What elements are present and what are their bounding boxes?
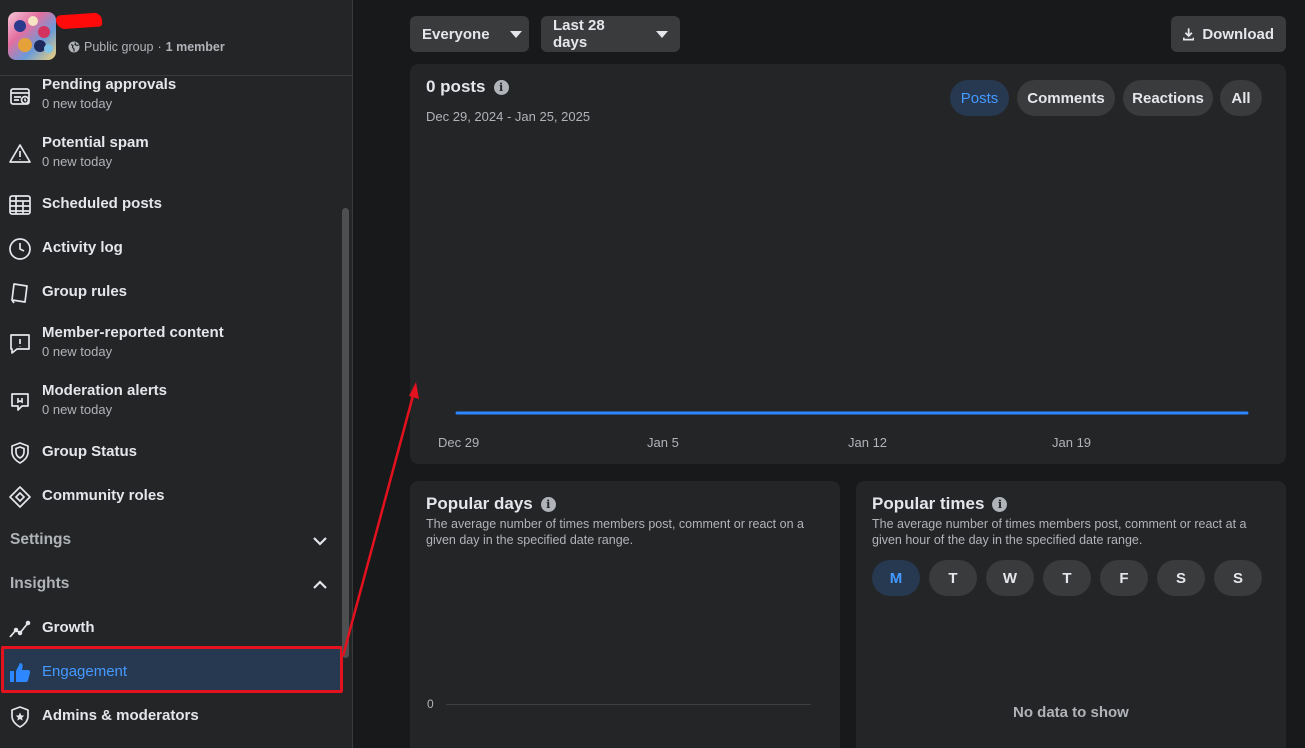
sidebar-item-label: Community roles: [42, 487, 165, 504]
info-icon[interactable]: i: [540, 496, 556, 512]
sidebar-item-label: Moderation alerts: [42, 382, 168, 399]
audience-dropdown-label: Everyone: [422, 25, 490, 43]
popular-times-description: The average number of times members post…: [872, 517, 1247, 547]
globe-icon: [68, 41, 80, 53]
calendar-grid-icon: [9, 195, 31, 215]
popular-days-description: The average number of times members post…: [426, 517, 804, 547]
redacted-group-name: [55, 12, 103, 30]
day-sunday[interactable]: S: [1214, 560, 1262, 596]
sidebar-item-sub: 0 new today: [42, 344, 113, 359]
growth-chart-icon: [9, 620, 31, 638]
sidebar-item-label: Group rules: [42, 283, 128, 300]
day-saturday[interactable]: S: [1157, 560, 1205, 596]
sidebar-item-community-roles[interactable]: Community roles: [0, 484, 340, 514]
day-friday[interactable]: F: [1100, 560, 1148, 596]
sidebar-item-engagement[interactable]: Engagement: [0, 660, 340, 690]
chevron-up-icon[interactable]: [311, 576, 329, 594]
sidebar-item-label: Growth: [42, 619, 95, 636]
x-axis-label: Jan 12: [848, 435, 888, 450]
x-axis-label: Dec 29: [438, 435, 480, 450]
x-axis-label: Jan 19: [1052, 435, 1092, 450]
baseline: [446, 704, 811, 705]
popular-days-card: Popular days i The average number of tim…: [410, 481, 840, 748]
caret-down-icon: [656, 30, 668, 38]
thumbs-up-icon: [10, 663, 31, 682]
shield-star-icon: [11, 706, 29, 728]
no-data-message: No data to show: [1013, 704, 1129, 721]
download-label: Download: [1202, 25, 1274, 43]
sidebar-item-group-status[interactable]: Group Status: [0, 440, 340, 470]
sidebar-item-sub: 0 new today: [42, 154, 113, 169]
sidebar-item-label: Member-reported content: [42, 324, 224, 341]
sidebar-item-label: Pending approvals: [42, 76, 177, 93]
sidebar-item-group-rules[interactable]: Group rules: [0, 280, 340, 310]
group-privacy: Public group: [84, 40, 154, 54]
sidebar-item-label: Activity log: [42, 239, 123, 256]
download-button[interactable]: Download: [1171, 16, 1286, 52]
popular-days-title: Popular days: [426, 494, 533, 513]
popular-times-header: Popular times i: [872, 494, 1008, 514]
day-wednesday[interactable]: W: [986, 560, 1034, 596]
popular-days-header: Popular days i: [426, 494, 556, 514]
x-axis-label: Jan 5: [647, 435, 679, 450]
download-icon: [1183, 28, 1195, 41]
popular-times-card: Popular times i The average number of ti…: [856, 481, 1286, 748]
day-monday[interactable]: M: [872, 560, 920, 596]
insights-section-label[interactable]: Insights: [10, 575, 69, 593]
day-tuesday[interactable]: T: [929, 560, 977, 596]
group-member-count[interactable]: 1 member: [166, 40, 225, 54]
group-avatar[interactable]: [8, 12, 56, 60]
date-range-dropdown-label: Last 28 days: [553, 17, 605, 51]
sidebar-item-label: Group Status: [42, 443, 138, 460]
sidebar-item-label: Scheduled posts: [42, 195, 163, 212]
posts-card: 0 posts i Dec 29, 2024 - Jan 25, 2025 Po…: [410, 64, 1286, 464]
sidebar-item-member-reported-content[interactable]: Member-reported content 0 new today: [0, 324, 340, 368]
date-range-dropdown[interactable]: Last 28 days: [541, 16, 680, 52]
chevron-down-icon[interactable]: [311, 532, 329, 550]
settings-section-label[interactable]: Settings: [10, 531, 71, 549]
caret-down-icon: [509, 30, 522, 38]
moderation-alert-icon: [11, 393, 29, 411]
sidebar-scrollbar[interactable]: [342, 208, 349, 658]
sidebar-item-activity-log[interactable]: Activity log: [0, 236, 340, 266]
pending-approvals-icon: [10, 88, 30, 105]
clock-icon: [9, 238, 31, 260]
sidebar-item-admins-moderators[interactable]: Admins & moderators: [0, 704, 340, 734]
rules-book-icon: [11, 283, 28, 304]
sidebar-item-growth[interactable]: Growth: [0, 616, 340, 646]
sidebar-item-pending-approvals[interactable]: Pending approvals 0 new today: [0, 76, 340, 120]
posts-line-chart: [455, 411, 1249, 415]
meta-separator: ·: [157, 40, 162, 54]
sidebar-item-potential-spam[interactable]: Potential spam 0 new today: [0, 134, 340, 178]
sidebar-item-scheduled-posts[interactable]: Scheduled posts: [0, 192, 340, 222]
insights-main: Everyone Last 28 days Download 0 posts i…: [354, 0, 1305, 748]
audience-dropdown[interactable]: Everyone: [410, 16, 529, 52]
popular-times-title: Popular times: [872, 494, 985, 513]
sidebar-item-label: Potential spam: [42, 134, 149, 151]
sidebar-item-sub: 0 new today: [42, 402, 113, 417]
sidebar-item-label: Engagement: [42, 663, 128, 680]
diamond-icon: [9, 486, 31, 508]
report-icon: [10, 334, 30, 354]
sidebar-item-label: Admins & moderators: [42, 707, 199, 724]
warning-icon: [9, 144, 31, 163]
shield-icon: [11, 442, 29, 464]
info-icon[interactable]: i: [992, 496, 1008, 512]
group-header: Public group · 1 member: [0, 0, 352, 76]
y-axis-label: 0: [427, 697, 434, 711]
day-thursday[interactable]: T: [1043, 560, 1091, 596]
admin-sidebar: Public group · 1 member Pending approval…: [0, 0, 353, 748]
sidebar-item-moderation-alerts[interactable]: Moderation alerts 0 new today: [0, 382, 340, 426]
sidebar-item-sub: 0 new today: [42, 96, 113, 111]
group-meta: Public group · 1 member: [68, 40, 225, 54]
